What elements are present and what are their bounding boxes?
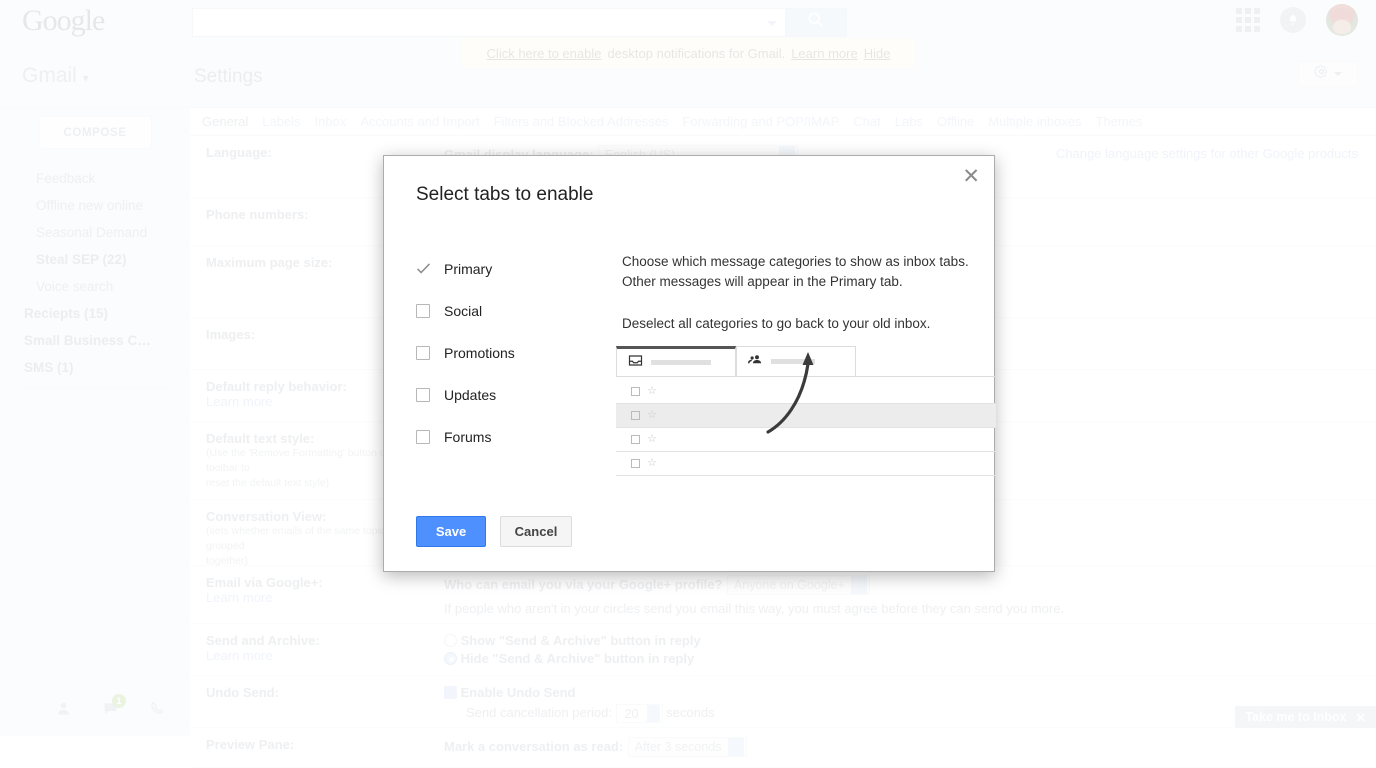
checkbox-forums[interactable] xyxy=(416,430,430,444)
dialog-description-1: Choose which message categories to show … xyxy=(622,252,974,292)
dialog-actions: Save Cancel xyxy=(416,516,572,547)
option-updates[interactable]: Updates xyxy=(416,374,616,416)
preview-mark-value: After 3 seconds xyxy=(635,740,722,754)
select-tabs-dialog: ✕ Select tabs to enable Primary Social P… xyxy=(383,155,995,572)
save-button[interactable]: Save xyxy=(416,516,486,547)
chevron-down-icon xyxy=(728,738,744,756)
star-icon: ☆ xyxy=(647,458,657,469)
option-primary[interactable]: Primary xyxy=(416,248,616,290)
people-icon xyxy=(748,353,763,371)
illustration-tab-primary-placeholder xyxy=(651,360,711,365)
tab-category-options: Primary Social Promotions Updates Forums xyxy=(416,248,616,458)
checkbox-icon xyxy=(631,459,640,468)
preview-mark-label: Mark a conversation as read: xyxy=(444,739,623,754)
illustration-row xyxy=(616,476,996,491)
option-primary-label: Primary xyxy=(444,261,492,277)
illustration-tab-primary xyxy=(616,346,736,376)
inbox-tabs-illustration: ☆ ☆ ☆ ☆ xyxy=(616,346,996,491)
checkbox-icon xyxy=(631,411,640,420)
dialog-title: Select tabs to enable xyxy=(416,184,593,206)
option-forums[interactable]: Forums xyxy=(416,416,616,458)
inbox-icon xyxy=(628,354,643,372)
illustration-row: ☆ xyxy=(616,452,996,476)
option-forums-label: Forums xyxy=(444,429,491,445)
check-icon xyxy=(416,262,430,276)
preview-mark-select[interactable]: After 3 seconds xyxy=(628,737,747,757)
checkbox-promotions[interactable] xyxy=(416,346,430,360)
dialog-description: Choose which message categories to show … xyxy=(622,252,974,334)
star-icon: ☆ xyxy=(647,410,657,421)
checkbox-social[interactable] xyxy=(416,304,430,318)
star-icon: ☆ xyxy=(647,386,657,397)
illustration-row: ☆ xyxy=(616,428,996,452)
cancel-button[interactable]: Cancel xyxy=(500,516,572,547)
illustration-row: ☆ xyxy=(616,380,996,404)
option-social-label: Social xyxy=(444,303,482,319)
checkbox-updates[interactable] xyxy=(416,388,430,402)
illustration-row: ☆ xyxy=(616,404,996,428)
illustration-tab-social-placeholder xyxy=(771,359,815,364)
option-promotions-label: Promotions xyxy=(444,345,515,361)
illustration-tab-strip xyxy=(616,346,856,376)
star-icon: ☆ xyxy=(647,434,657,445)
checkbox-icon xyxy=(631,387,640,396)
option-social[interactable]: Social xyxy=(416,290,616,332)
illustration-divider xyxy=(616,376,996,377)
option-updates-label: Updates xyxy=(444,387,496,403)
checkbox-icon xyxy=(631,435,640,444)
dialog-description-2: Deselect all categories to go back to yo… xyxy=(622,314,974,334)
option-promotions[interactable]: Promotions xyxy=(416,332,616,374)
close-icon[interactable]: ✕ xyxy=(962,166,980,187)
setting-label-preview-pane: Preview Pane: xyxy=(206,737,444,752)
illustration-tab-social xyxy=(736,346,856,376)
illustration-message-rows: ☆ ☆ ☆ ☆ xyxy=(616,380,996,491)
